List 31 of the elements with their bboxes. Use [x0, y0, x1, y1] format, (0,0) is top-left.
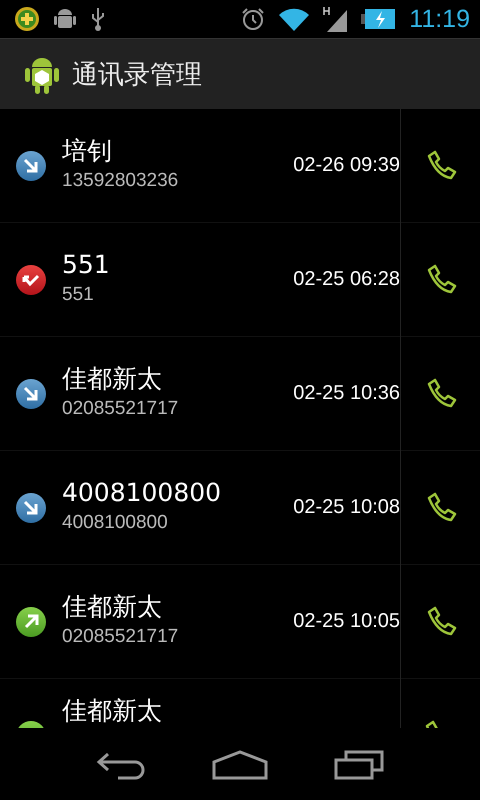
phone-number: 551 [62, 284, 95, 306]
signal-icon [323, 6, 348, 32]
contact-name: 培钊 [62, 136, 113, 166]
recent-apps-icon[interactable] [334, 750, 384, 780]
plus-icon [14, 6, 40, 32]
call-time: 02-26 09:39 [292, 154, 400, 177]
alarm-clock-icon [241, 7, 266, 31]
contact-name: 4008100800 [62, 478, 222, 508]
call-log-item[interactable]: 佳都新太 02085521717 02-25 10:36 [0, 337, 480, 451]
contact-name: 佳都新太 [62, 696, 163, 726]
call-time: 02-25 06:28 [292, 268, 400, 291]
phone-number: 02085521717 [62, 398, 180, 420]
app-title: 通讯录管理 [72, 58, 202, 92]
call-log-item[interactable]: 培钊 13592803236 02-26 09:39 [0, 109, 480, 223]
call-time: 02-25 10:05 [292, 610, 400, 633]
contact-name: 551 [62, 250, 111, 280]
wifi-icon [279, 7, 310, 31]
call-time: 02-25 10:08 [292, 496, 400, 519]
usb-icon [90, 6, 106, 32]
call-time: 02-25 10:36 [292, 382, 400, 405]
contact-name: 佳都新太 [62, 364, 163, 394]
battery-charging-icon [361, 7, 396, 31]
call-log-item[interactable]: 4008100800 4008100800 02-25 10:08 [0, 451, 480, 565]
phone-number: 13592803236 [62, 170, 180, 192]
phone-number: 02085521717 [62, 626, 180, 648]
status-time: 11:19 [409, 4, 470, 34]
call-log-item[interactable]: 佳都新太 02085521717 02-25 10:05 [0, 565, 480, 679]
contact-name: 佳都新太 [62, 592, 163, 622]
phone-number: 4008100800 [62, 512, 169, 534]
home-icon[interactable] [212, 750, 268, 780]
call-log-item[interactable]: 551 551 02-25 06:28 [0, 223, 480, 337]
